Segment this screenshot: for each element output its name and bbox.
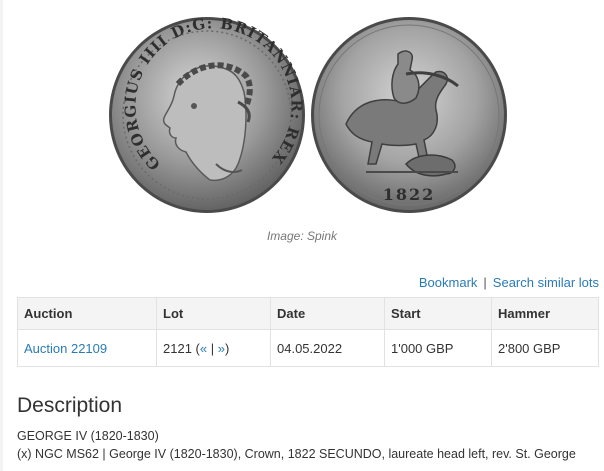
coin-obverse: GEORGIUS IIII D:G: BRITANNIAR: REX F:D: (106, 14, 305, 213)
column-header-lot: Lot (156, 297, 271, 330)
description-line-1: GEORGE IV (1820-1830) (17, 429, 159, 443)
column-header-start: Start (384, 297, 492, 330)
image-caption: Image: Spink (266, 229, 338, 243)
column-header-date: Date (270, 297, 385, 330)
table-row: Auction 22109 2121 (« | ») 04.05.2022 1'… (17, 329, 599, 367)
description-line-2: (x) NGC MS62 | George IV (1820-1830), Cr… (17, 447, 576, 461)
lot-actions: Bookmark | Search similar lots (419, 275, 599, 290)
date-cell: 04.05.2022 (270, 329, 385, 367)
next-lot-link[interactable]: » (218, 341, 225, 356)
lot-nav-close-paren: ) (224, 340, 230, 356)
table-header-row: Auction Lot Date Start Hammer (17, 297, 599, 330)
auction-cell: Auction 22109 (17, 329, 157, 367)
coin-image[interactable]: GEORGIUS IIII D:G: BRITANNIAR: REX F:D: … (106, 14, 510, 216)
lot-nav-separator: | (207, 340, 218, 356)
auction-lots-table: Auction Lot Date Start Hammer Auction 22… (17, 297, 599, 367)
bookmark-link[interactable]: Bookmark (419, 275, 478, 290)
reverse-year: 1822 (383, 185, 436, 204)
coin-reverse: 1822 (311, 17, 507, 213)
lot-cell: 2121 (« | ») (156, 329, 271, 367)
actions-separator: | (483, 275, 487, 290)
description-heading: Description (17, 394, 123, 417)
search-similar-lots-link[interactable]: Search similar lots (493, 275, 599, 290)
column-header-auction: Auction (17, 297, 157, 330)
hammer-price-cell: 2'800 GBP (491, 329, 599, 367)
column-header-hammer: Hammer (491, 297, 599, 330)
auction-link[interactable]: Auction 22109 (24, 341, 107, 356)
start-price-cell: 1'000 GBP (384, 329, 492, 367)
lot-number: 2121 (163, 340, 192, 356)
